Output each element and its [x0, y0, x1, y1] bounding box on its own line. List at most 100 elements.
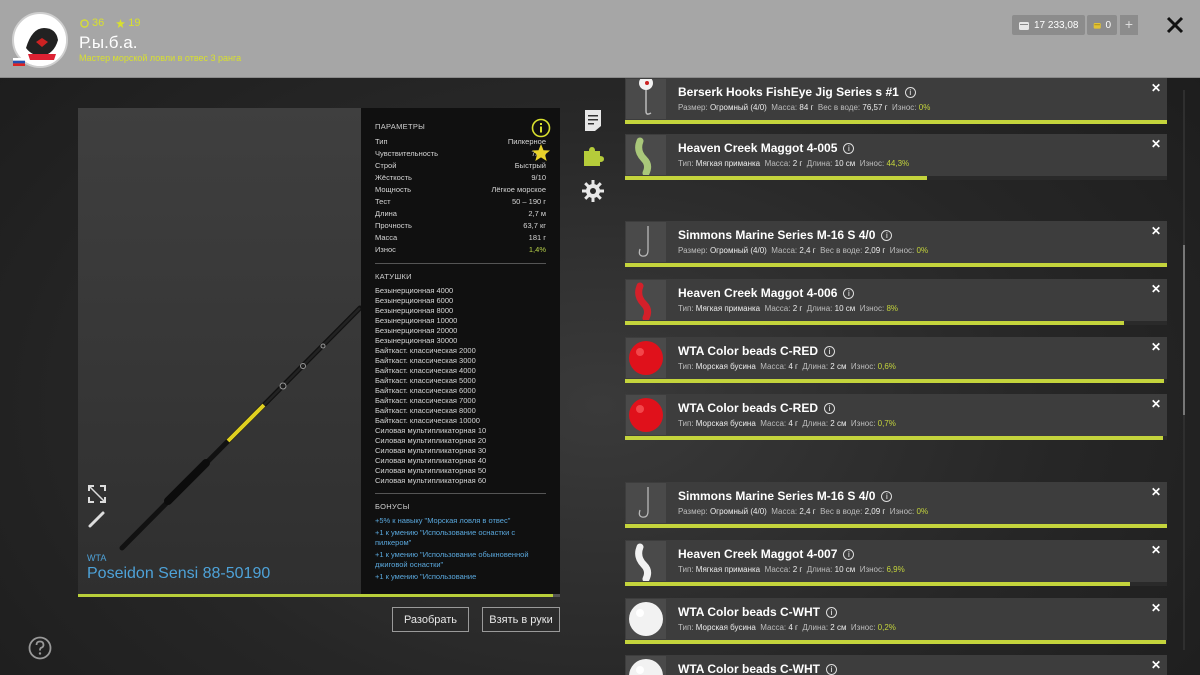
item-wear: 0,6%: [877, 362, 896, 371]
tackle-item[interactable]: Heaven Creek Maggot 4-007 i Тип: Мягкая п…: [625, 540, 1167, 586]
edit-icon[interactable]: [87, 509, 107, 529]
item-wear: 44,3%: [886, 159, 910, 168]
reel-item: Силовая мультипликаторная 50: [375, 466, 487, 475]
help-icon[interactable]: [28, 636, 52, 660]
item-title: Heaven Creek Maggot 4-007 i: [678, 547, 855, 561]
info-icon[interactable]: i: [843, 143, 855, 154]
param-value: 1,4%: [528, 245, 546, 254]
reel-item: Байткаст. классическая 6000: [375, 386, 476, 395]
tackle-list[interactable]: Berserk Hooks FishEye Jig Series s #1 i Р…: [625, 78, 1167, 675]
player-rank: Мастер морской ловли в отвес 3 ранга: [79, 53, 242, 63]
item-title: Simmons Marine Series M-16 S 4/0 i: [678, 489, 893, 503]
rod-wear-bar: [78, 594, 560, 597]
param-value: Лёгкое морское: [491, 185, 546, 194]
item-title: Simmons Marine Series M-16 S 4/0 i: [678, 228, 893, 242]
gold-coins-icon: [1093, 22, 1101, 29]
remove-item-button[interactable]: ✕: [1151, 282, 1161, 296]
info-icon[interactable]: i: [843, 288, 855, 299]
star-small-icon: [116, 18, 126, 28]
param-value: 63,7 кг: [523, 221, 546, 230]
red-bead-icon: [626, 395, 666, 435]
remove-item-button[interactable]: ✕: [1151, 81, 1161, 95]
bonus-list: +5% к навыку "Морская ловля в отвес" +1 к…: [375, 516, 546, 582]
remove-item-button[interactable]: ✕: [1151, 601, 1161, 615]
item-wear-fill: [625, 524, 1167, 528]
favorite-star-icon[interactable]: [531, 143, 551, 163]
gear-icon[interactable]: [581, 179, 605, 203]
item-meta: Тип: Морская бусина Масса: 4 г Длина: 2 …: [678, 362, 896, 371]
reels-title: КАТУШКИ: [375, 272, 412, 281]
item-title: WTA Color beads C-RED i: [678, 344, 835, 358]
tackle-item[interactable]: Berserk Hooks FishEye Jig Series s #1 i Р…: [625, 78, 1167, 124]
remove-item-button[interactable]: ✕: [1151, 137, 1161, 151]
param-value: 50 – 190 г: [511, 197, 546, 206]
remove-item-button[interactable]: ✕: [1151, 485, 1161, 499]
expand-icon[interactable]: [87, 484, 107, 504]
tackle-item[interactable]: WTA Color beads C-WHT i Тип: Морская буси…: [625, 598, 1167, 644]
param-key: Тест: [375, 197, 391, 206]
reel-item: Безынерционная 4000: [375, 286, 454, 295]
take-in-hands-button[interactable]: Взять в руки: [482, 607, 560, 632]
info-icon[interactable]: i: [825, 607, 837, 618]
white-bead-icon: [626, 599, 666, 639]
params-list: ТипПилкерноеЧувствительность7/10СтройБыс…: [375, 136, 546, 256]
remove-item-button[interactable]: ✕: [1151, 340, 1161, 354]
tackle-item[interactable]: Heaven Creek Maggot 4-005 i Тип: Мягкая п…: [625, 134, 1167, 180]
reel-item: Безынерционная 8000: [375, 306, 454, 315]
white-maggot-icon: [626, 541, 666, 583]
item-wear-fill: [625, 379, 1164, 383]
param-key: Мощность: [375, 185, 412, 194]
item-meta: Размер: Огромный (4/0) Масса: 84 г Вес в…: [678, 103, 931, 112]
info-icon[interactable]: i: [824, 346, 835, 357]
param-key: Чувствительность: [375, 149, 438, 158]
stars-value: 19: [128, 17, 141, 29]
info-icon[interactable]: i: [881, 230, 893, 241]
reel-item: Байткаст. классическая 2000: [375, 346, 476, 355]
document-icon[interactable]: [581, 108, 605, 132]
info-icon[interactable]: i: [904, 87, 916, 98]
remove-item-button[interactable]: ✕: [1151, 658, 1161, 672]
reel-item: Силовая мультипликаторная 10: [375, 426, 487, 435]
divider: [375, 263, 546, 264]
info-icon[interactable]: i: [825, 664, 837, 675]
close-icon[interactable]: [1162, 12, 1188, 38]
reel-item: Безынерционная 30000: [375, 336, 458, 345]
reel-item: Безынерционная 20000: [375, 326, 458, 335]
info-icon[interactable]: i: [881, 491, 893, 502]
remove-item-button[interactable]: ✕: [1151, 224, 1161, 238]
rod-image: [119, 305, 361, 551]
level-value: 36: [92, 17, 105, 29]
reel-item: Байткаст. классическая 8000: [375, 406, 476, 415]
reel-item: Безынерционная 10000: [375, 316, 458, 325]
param-row: Тип Пилкерное: [375, 136, 546, 148]
remove-item-button[interactable]: ✕: [1151, 397, 1161, 411]
red-maggot-icon: [626, 280, 666, 322]
tackle-item[interactable]: Simmons Marine Series M-16 S 4/0 i Размер…: [625, 482, 1167, 528]
jig-lure-icon: [626, 78, 666, 119]
bonus-title: БОНУСЫ: [375, 502, 410, 511]
add-currency-button[interactable]: +: [1120, 15, 1138, 35]
info-icon[interactable]: i: [843, 549, 855, 560]
scrollbar-thumb[interactable]: [1183, 245, 1185, 415]
flag-icon: [13, 58, 25, 66]
hook-icon: [626, 222, 666, 262]
item-title: WTA Color beads C-RED i: [678, 401, 835, 415]
item-wear-fill: [625, 120, 1167, 124]
item-wear-bar: [625, 321, 1167, 325]
info-icon[interactable]: [531, 118, 551, 138]
disassemble-button[interactable]: Разобрать: [392, 607, 469, 632]
reel-item: Байткаст. классическая 7000: [375, 396, 476, 405]
remove-item-button[interactable]: ✕: [1151, 543, 1161, 557]
silver-coins-icon: [1019, 21, 1029, 30]
tackle-item[interactable]: WTA Color beads C-RED i Тип: Морская буси…: [625, 337, 1167, 383]
param-row: Износ 1,4%: [375, 244, 546, 256]
puzzle-icon[interactable]: [581, 144, 605, 168]
rod-preview[interactable]: [78, 108, 361, 594]
rod-name: Poseidon Sensi 88-50190: [87, 565, 271, 582]
info-icon[interactable]: i: [824, 403, 835, 414]
tackle-item[interactable]: WTA Color beads C-WHT i ✕: [625, 655, 1167, 675]
tackle-item[interactable]: WTA Color beads C-RED i Тип: Морская буси…: [625, 394, 1167, 440]
tackle-item[interactable]: Heaven Creek Maggot 4-006 i Тип: Мягкая п…: [625, 279, 1167, 325]
tackle-item[interactable]: Simmons Marine Series M-16 S 4/0 i Размер…: [625, 221, 1167, 267]
param-row: Мощность Лёгкое морское: [375, 184, 546, 196]
